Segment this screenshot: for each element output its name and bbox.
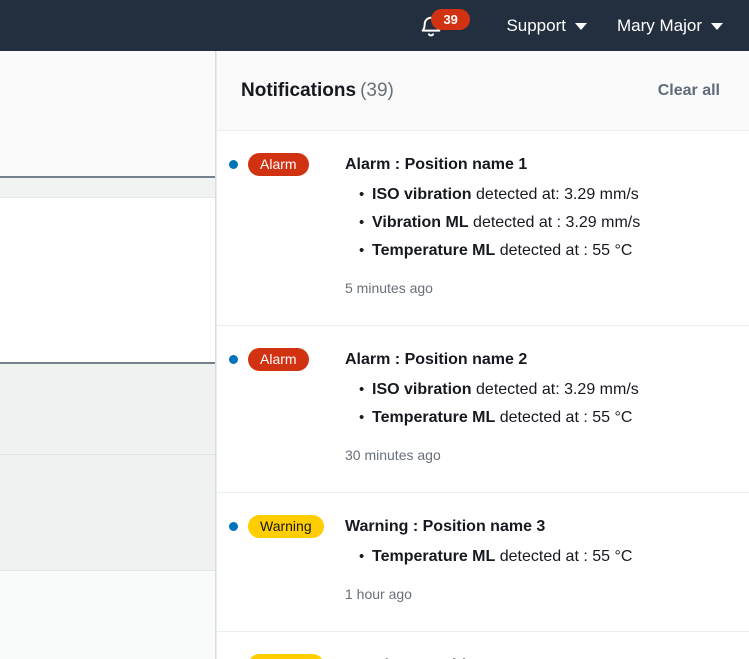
background-section	[0, 364, 215, 455]
notification-detail: ISO vibration detected at: 3.29 mm/s	[345, 376, 729, 404]
unread-indicator-dot	[229, 160, 238, 169]
notification-title: Warning : Position name 4	[345, 654, 729, 659]
background-section	[0, 571, 215, 659]
page-body: Notifications (39) Clear all Alarm Alarm …	[0, 51, 749, 659]
notification-detail: ISO vibration detected at: 3.29 mm/s	[345, 181, 729, 209]
background-section	[0, 455, 215, 571]
notification-details: ISO vibration detected at: 3.29 mm/sTemp…	[345, 376, 729, 432]
notification-detail: Temperature ML detected at : 55 °C	[345, 237, 729, 265]
notification-title: Alarm : Position name 1	[345, 156, 528, 173]
notifications-panel: Notifications (39) Clear all Alarm Alarm …	[216, 51, 749, 659]
clear-all-button[interactable]: Clear all	[658, 82, 720, 100]
background-section	[0, 51, 215, 178]
notification-item[interactable]: Warning Warning : Position name 3 Temper…	[217, 493, 749, 632]
user-menu-label: Mary Major	[616, 15, 702, 35]
unread-indicator-dot	[229, 355, 238, 364]
notification-timestamp: 5 minutes ago	[345, 280, 433, 296]
notification-timestamp: 30 minutes ago	[345, 447, 441, 463]
user-menu[interactable]: Mary Major	[617, 16, 723, 36]
notifications-heading: Notifications (39)	[241, 80, 394, 102]
panel-count: (39)	[360, 79, 394, 101]
chevron-down-icon	[711, 23, 723, 30]
notification-detail: Temperature ML detected at : 55 °C	[345, 543, 729, 571]
background-page	[0, 51, 216, 659]
support-menu-label: Support	[506, 15, 566, 35]
notification-details: Temperature ML detected at : 55 °C	[345, 543, 729, 571]
notification-details: ISO vibration detected at: 3.29 mm/sVibr…	[345, 181, 729, 265]
severity-badge: Alarm	[248, 348, 309, 371]
notification-detail: Vibration ML detected at : 3.29 mm/s	[345, 209, 729, 237]
notifications-bell-button[interactable]: 39	[418, 8, 470, 39]
notification-title: Warning : Position name 3	[345, 518, 546, 535]
panel-title: Notifications	[241, 79, 357, 101]
background-section	[0, 198, 215, 364]
chevron-down-icon	[574, 23, 587, 30]
notification-count-badge: 39	[431, 8, 470, 30]
background-section	[0, 178, 215, 198]
unread-indicator-dot	[229, 522, 238, 531]
notification-item[interactable]: Alarm Alarm : Position name 2 ISO vibrat…	[217, 326, 749, 493]
support-menu[interactable]: Support	[506, 16, 587, 36]
notification-item[interactable]: Alarm Alarm : Position name 1 ISO vibrat…	[217, 131, 749, 326]
severity-badge: Warning	[248, 515, 324, 538]
notification-body: Alarm : Position name 2 ISO vibration de…	[345, 348, 729, 465]
severity-badge: Warning	[248, 654, 324, 659]
notification-title: Alarm : Position name 2	[345, 351, 528, 368]
notification-item[interactable]: Warning Warning : Position name 4	[217, 632, 749, 659]
notifications-list: Alarm Alarm : Position name 1 ISO vibrat…	[217, 131, 749, 659]
notification-body: Alarm : Position name 1 ISO vibration de…	[345, 153, 729, 298]
notification-timestamp: 1 hour ago	[345, 586, 412, 602]
notification-detail: Temperature ML detected at : 55 °C	[345, 404, 729, 432]
notifications-panel-header: Notifications (39) Clear all	[217, 51, 749, 131]
notification-body: Warning : Position name 4	[345, 654, 729, 659]
top-navigation-bar: 39 Support Mary Major	[0, 0, 749, 51]
notification-body: Warning : Position name 3 Temperature ML…	[345, 515, 729, 604]
severity-badge: Alarm	[248, 153, 309, 176]
